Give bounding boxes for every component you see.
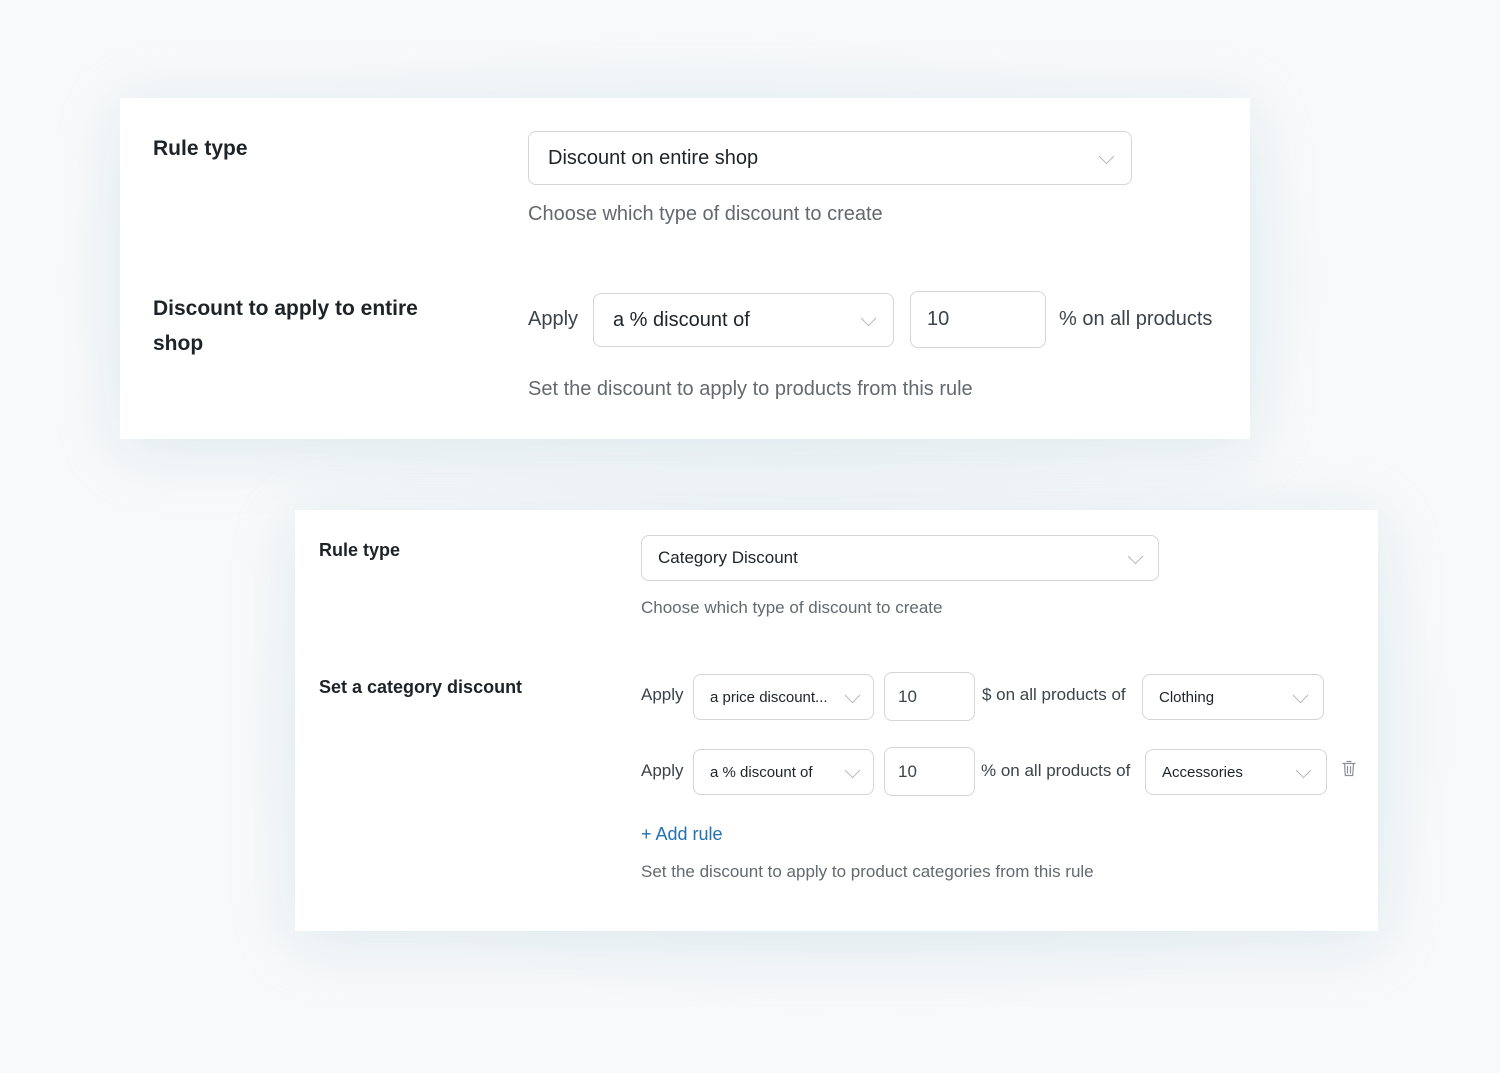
discount-amount-value: 10 — [898, 761, 917, 781]
chevron-down-icon — [1128, 551, 1142, 565]
chevron-down-icon — [845, 765, 859, 779]
delete-rule-button[interactable] — [1342, 760, 1356, 777]
rule-type-help: Choose which type of discount to create — [528, 203, 883, 225]
discount-help: Set the discount to apply to products fr… — [528, 378, 973, 400]
category-discount-label: Set a category discount — [319, 677, 523, 697]
rule-type-select-value: Category Discount — [658, 548, 798, 567]
discount-type-select-value: a % discount of — [710, 763, 813, 781]
discount-type-select-value: a % discount of — [613, 308, 750, 331]
apply-label: Apply — [641, 685, 684, 704]
chevron-down-icon — [1293, 690, 1307, 704]
entire-shop-discount-panel: Rule type Discount on entire shop Choose… — [120, 98, 1250, 439]
category-discount-panel: Rule type Category Discount Choose which… — [295, 510, 1378, 931]
discount-suffix: $ on all products of — [982, 685, 1126, 704]
category-discount-help: Set the discount to apply to product cat… — [641, 862, 1094, 881]
discount-label: Discount to apply to entire shop — [153, 297, 418, 355]
category-select[interactable]: Accessories — [1145, 749, 1327, 795]
apply-label: Apply — [641, 761, 684, 780]
rule-type-label: Rule type — [153, 137, 248, 160]
category-select-value: Accessories — [1162, 763, 1243, 781]
discount-amount-value: 10 — [898, 686, 917, 706]
chevron-down-icon — [1099, 151, 1113, 165]
rule-type-select[interactable]: Category Discount — [641, 535, 1159, 581]
add-rule-link[interactable]: + Add rule — [641, 824, 723, 845]
discount-type-select[interactable]: a % discount of — [693, 749, 874, 795]
chevron-down-icon — [1296, 765, 1310, 779]
discount-amount-input[interactable]: 10 — [910, 291, 1046, 348]
discount-suffix: % on all products of — [981, 761, 1131, 780]
discount-amount-input[interactable]: 10 — [884, 672, 975, 721]
chevron-down-icon — [861, 313, 875, 327]
discount-amount-value: 10 — [927, 308, 950, 330]
apply-label: Apply — [528, 308, 579, 330]
discount-suffix: % on all products — [1059, 308, 1213, 330]
rule-type-help: Choose which type of discount to create — [641, 598, 943, 617]
category-select-value: Clothing — [1159, 688, 1215, 706]
discount-type-select[interactable]: a % discount of — [593, 293, 894, 347]
chevron-down-icon — [845, 690, 859, 704]
discount-type-select[interactable]: a price discount... — [693, 674, 874, 720]
rule-type-select-value: Discount on entire shop — [548, 146, 759, 169]
category-select[interactable]: Clothing — [1142, 674, 1324, 720]
rule-type-label: Rule type — [319, 540, 401, 560]
discount-amount-input[interactable]: 10 — [884, 747, 975, 796]
trash-icon — [1342, 760, 1356, 777]
rule-type-select[interactable]: Discount on entire shop — [528, 131, 1132, 185]
discount-type-select-value: a price discount... — [710, 688, 828, 706]
